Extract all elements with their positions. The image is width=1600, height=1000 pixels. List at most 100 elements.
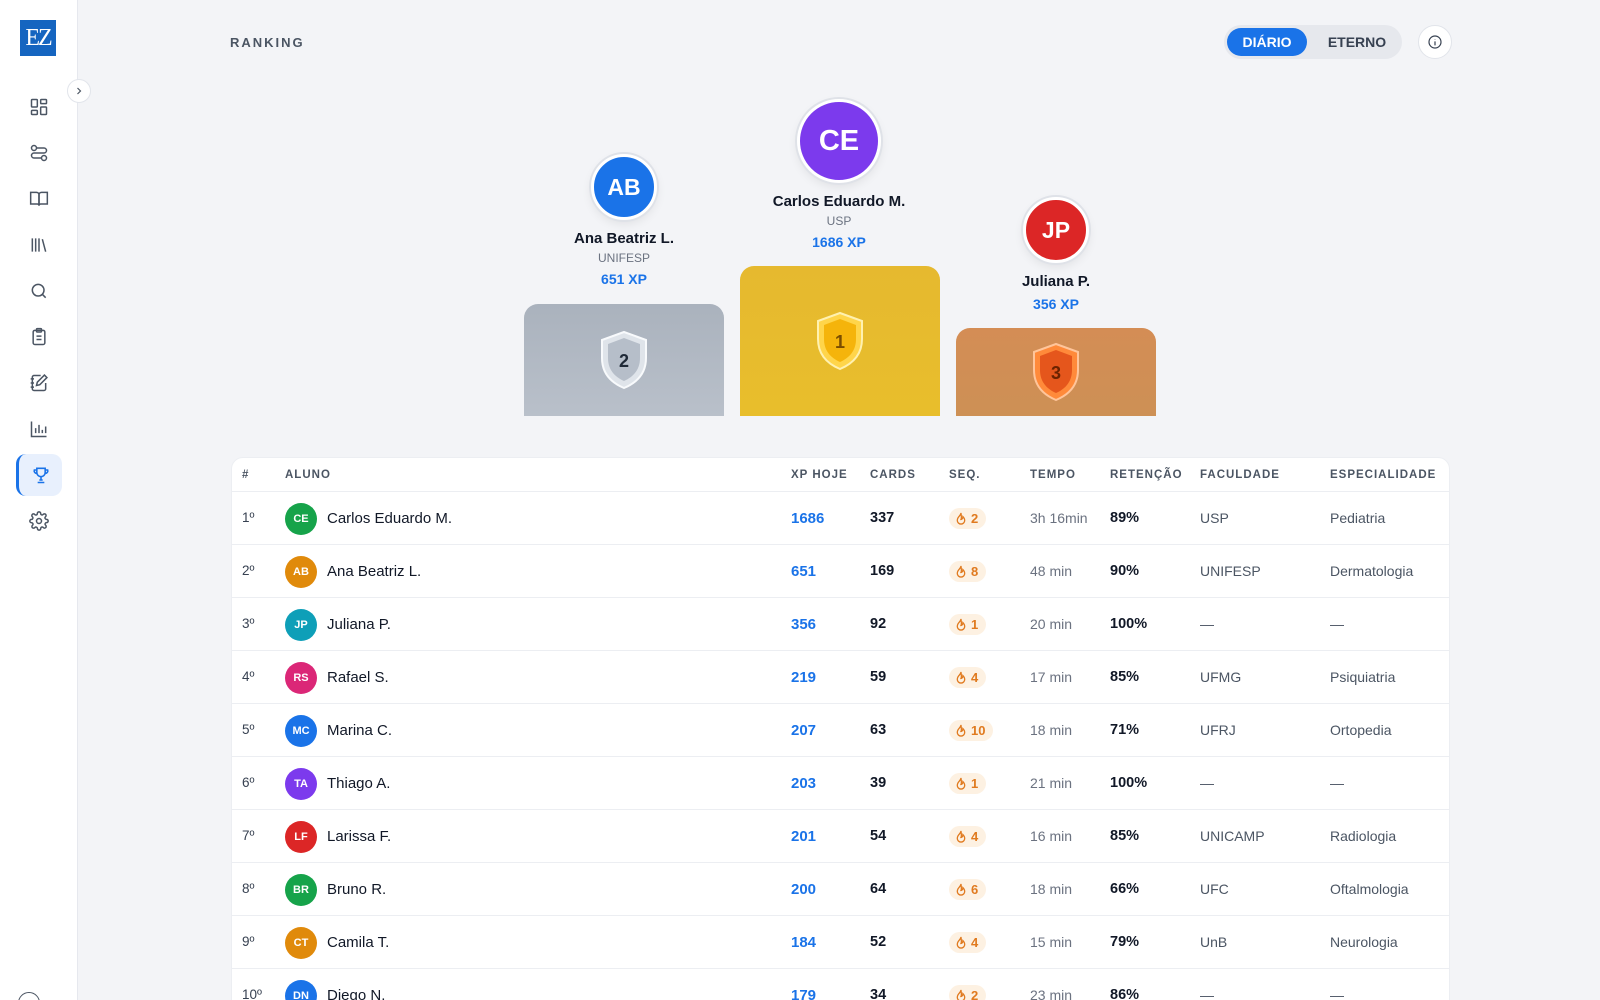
specialty-cell: — — [1330, 775, 1344, 791]
cards-cell: 52 — [870, 934, 887, 950]
rank-cell: 1º — [242, 510, 255, 525]
sidebar-item-search[interactable] — [16, 270, 62, 312]
header-faculty: FACULDADE — [1200, 469, 1280, 481]
place-number: 2 — [619, 351, 629, 371]
streak-badge: 2 — [949, 508, 987, 529]
header-xp: XP HOJE — [791, 469, 848, 481]
table-row[interactable]: 8º BR Bruno R. 200 64 6 18 min 66% UFC Oftalmolog… — [232, 863, 1449, 916]
student-name[interactable]: Juliana P. — [327, 616, 391, 633]
page-title: RANKING — [230, 35, 305, 50]
rank-cell: 4º — [242, 669, 255, 684]
specialty-cell: Dermatologia — [1330, 563, 1414, 579]
sidebar-item-library[interactable] — [16, 224, 62, 266]
avatar: BR — [285, 874, 317, 906]
retention-cell: 86% — [1110, 987, 1140, 1000]
student-name[interactable]: Bruno R. — [327, 881, 386, 898]
faculty-cell: UFC — [1200, 881, 1229, 897]
info-button[interactable] — [1418, 25, 1452, 59]
dashboard-icon — [30, 98, 48, 116]
specialty-cell: — — [1330, 616, 1344, 632]
streak-badge: 6 — [949, 879, 987, 900]
cards-cell: 54 — [870, 828, 887, 844]
table-row[interactable]: 7º LF Larissa F. 201 54 4 16 min 85% UNICAMP Radi… — [232, 810, 1449, 863]
toggle-daily[interactable]: DIÁRIO — [1227, 28, 1307, 56]
table-row[interactable]: 1º CE Carlos Eduardo M. 1686 337 2 3h 16min 89%… — [232, 492, 1449, 545]
student-name[interactable]: Thiago A. — [327, 775, 390, 792]
avatar: JP — [1023, 197, 1089, 263]
table-row[interactable]: 3º JP Juliana P. 356 92 1 20 min 100% — — — [232, 598, 1449, 651]
faculty-cell: USP — [1200, 510, 1229, 526]
sidebar-item-dashboard[interactable] — [16, 86, 62, 128]
student-name[interactable]: Larissa F. — [327, 828, 391, 845]
sidebar-item-flow[interactable] — [16, 132, 62, 174]
time-cell: 18 min — [1030, 881, 1073, 897]
student-name[interactable]: Carlos Eduardo M. — [327, 510, 452, 527]
ranking-table: # ALUNO XP HOJE CARDS SEQ. TEMPO RETENÇÃ… — [231, 457, 1450, 1000]
streak-badge: 1 — [949, 614, 987, 635]
table-row[interactable]: 2º AB Ana Beatriz L. 651 169 8 48 min 90% UNIFES… — [232, 545, 1449, 598]
bar-chart-icon — [30, 421, 47, 438]
student-name[interactable]: Camila T. — [327, 934, 389, 951]
xp-cell: 184 — [791, 934, 817, 951]
avatar: CE — [797, 99, 881, 183]
sidebar-item-notebook[interactable] — [16, 362, 62, 404]
podium-third: JP Juliana P. 356 XP — [956, 197, 1156, 312]
podium-school: USP — [826, 214, 852, 228]
streak-badge: 8 — [949, 561, 987, 582]
place-number: 3 — [1051, 363, 1061, 383]
flame-icon — [956, 512, 966, 525]
app-logo[interactable]: EZ — [20, 20, 56, 56]
time-cell: 20 min — [1030, 616, 1073, 632]
trophy-icon — [32, 467, 49, 484]
retention-cell: 90% — [1110, 563, 1140, 579]
cards-cell: 64 — [870, 881, 887, 897]
specialty-cell: Psiquiatria — [1330, 669, 1396, 685]
specialty-cell: Radiologia — [1330, 828, 1397, 844]
student-name[interactable]: Marina C. — [327, 722, 392, 739]
faculty-cell: — — [1200, 987, 1214, 1000]
streak-badge: 4 — [949, 826, 987, 847]
avatar: AB — [591, 154, 657, 220]
sidebar-item-settings[interactable] — [16, 500, 62, 542]
xp-cell: 179 — [791, 987, 817, 1000]
flame-icon — [956, 618, 966, 631]
xp-cell: 651 — [791, 563, 817, 580]
table-row[interactable]: 4º RS Rafael S. 219 59 4 17 min 85% UFMG Psiquiat… — [232, 651, 1449, 704]
student-name[interactable]: Diego N. — [327, 987, 385, 1000]
faculty-cell: — — [1200, 775, 1214, 791]
retention-cell: 85% — [1110, 669, 1140, 685]
streak-value: 4 — [971, 935, 979, 950]
specialty-cell: Pediatria — [1330, 510, 1386, 526]
table-row[interactable]: 6º TA Thiago A. 203 39 1 21 min 100% — — — [232, 757, 1449, 810]
streak-badge: 2 — [949, 985, 987, 1000]
faculty-cell: UNIFESP — [1200, 563, 1261, 579]
flame-icon — [956, 830, 966, 843]
time-cell: 16 min — [1030, 828, 1073, 844]
table-row[interactable]: 5º MC Marina C. 207 63 10 18 min 71% UFRJ Ortoped… — [232, 704, 1449, 757]
streak-value: 2 — [971, 511, 979, 526]
streak-value: 4 — [971, 829, 979, 844]
sidebar-item-ranking[interactable] — [16, 454, 62, 496]
student-name[interactable]: Rafael S. — [327, 669, 389, 686]
sidebar-item-stats[interactable] — [16, 408, 62, 450]
book-icon — [29, 191, 49, 206]
podium-name: Juliana P. — [1021, 273, 1091, 290]
podium-xp: 651 XP — [601, 271, 647, 287]
toggle-eternal[interactable]: ETERNO — [1318, 28, 1396, 56]
sidebar-item-clipboard[interactable] — [16, 316, 62, 358]
header-specialty: ESPECIALIDADE — [1330, 469, 1437, 481]
student-name[interactable]: Ana Beatriz L. — [327, 563, 421, 580]
retention-cell: 89% — [1110, 510, 1140, 526]
table-row[interactable]: 9º CT Camila T. 184 52 4 15 min 79% UnB Neurologi… — [232, 916, 1449, 969]
header-time: TEMPO — [1030, 469, 1076, 481]
sidebar-item-book[interactable] — [16, 178, 62, 220]
help-icon[interactable] — [18, 992, 40, 1000]
header-seq: SEQ. — [949, 469, 981, 481]
header-student: ALUNO — [285, 469, 331, 481]
table-row[interactable]: 10º DN Diego N. 179 34 2 23 min 86% — — — [232, 969, 1449, 1000]
flame-icon — [956, 777, 966, 790]
faculty-cell: UFMG — [1200, 669, 1242, 685]
place-number: 1 — [835, 332, 845, 352]
sidebar-collapse-button[interactable] — [67, 79, 91, 103]
gear-icon — [29, 511, 49, 531]
